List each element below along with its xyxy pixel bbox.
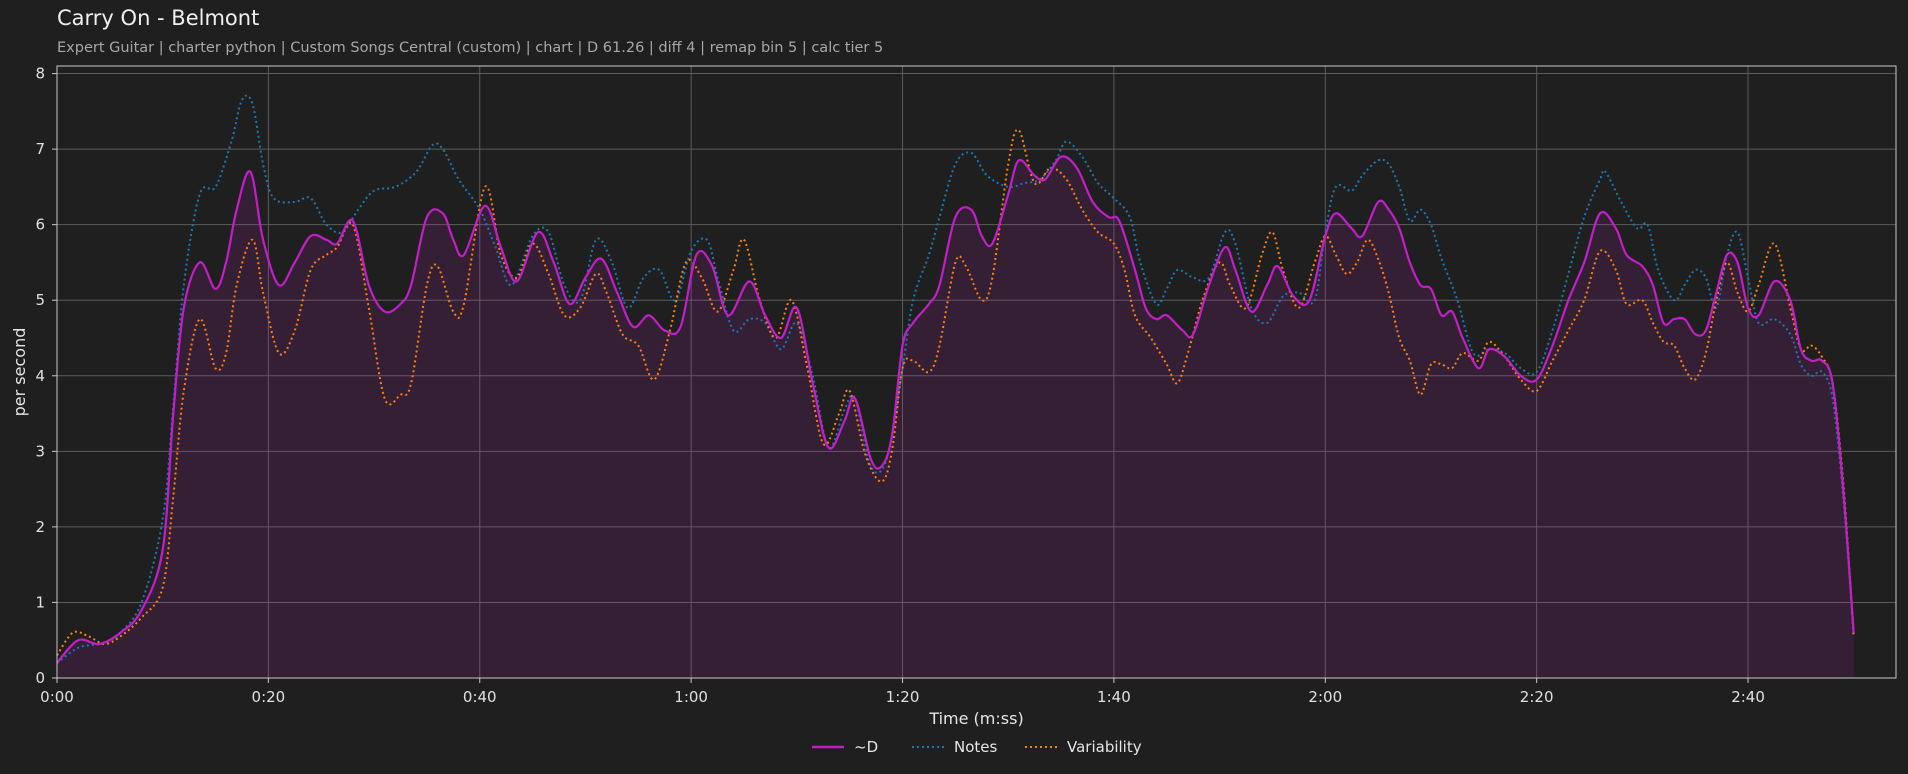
x-axis-label: Time (m:ss) [928,709,1023,728]
y-tick-label: 6 [35,216,45,234]
line-chart: 0:00 0:20 0:40 1:00 1:20 1:40 2:00 2:20 2:40 0 1 2 3… [10,65,1897,756]
y-tick-label: 5 [35,291,45,309]
x-tick-label: 1:00 [674,688,708,706]
legend-label-1: Notes [954,738,998,756]
x-tick-label: 1:40 [1097,688,1131,706]
y-tick-label: 4 [35,367,45,385]
x-tick-label: 0:20 [252,688,286,706]
y-tick-label: 7 [35,140,45,158]
x-tick-label: 2:40 [1731,688,1765,706]
x-tick-label: 0:40 [463,688,497,706]
x-tick-label: 1:20 [886,688,920,706]
y-tick-label: 0 [35,669,45,687]
y-axis-label: per second [10,328,29,417]
x-tick-label: 0:00 [40,688,74,706]
series-fill-areas [57,156,1854,678]
legend-label-2: Variability [1067,738,1142,756]
y-tick-label: 3 [35,442,45,460]
series-fill-0 [57,156,1854,678]
y-tick-label: 2 [35,518,45,536]
x-tick-label: 2:20 [1520,688,1554,706]
y-tick-label: 8 [35,65,45,83]
x-tick-label: 2:00 [1308,688,1342,706]
legend-label-0: ~D [854,738,878,756]
legend: ~D Notes Variability [812,738,1142,756]
y-tick-label: 1 [35,593,45,611]
